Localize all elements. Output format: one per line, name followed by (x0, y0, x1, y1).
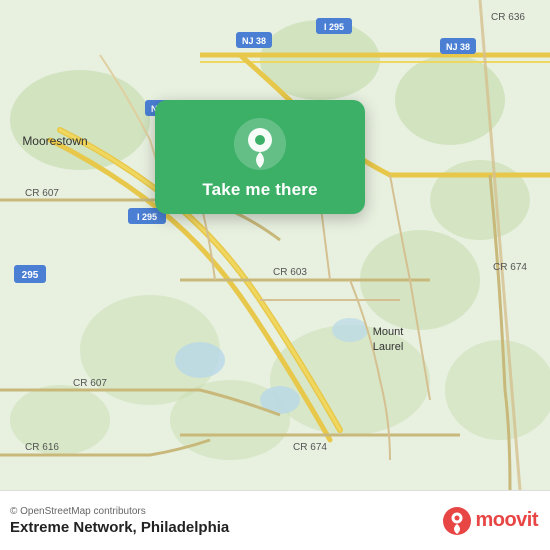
svg-text:CR 674: CR 674 (293, 442, 327, 453)
take-me-there-button[interactable]: Take me there (202, 180, 317, 200)
svg-text:CR 607: CR 607 (73, 378, 107, 389)
location-pin-icon (234, 118, 286, 170)
footer-left: © OpenStreetMap contributors Extreme Net… (10, 506, 229, 536)
svg-text:CR 607: CR 607 (25, 188, 59, 199)
svg-text:NJ 38: NJ 38 (242, 36, 266, 46)
svg-text:CR 636: CR 636 (491, 12, 525, 23)
moovit-brand-text: moovit (475, 509, 538, 532)
map-area: 295 I 295 I 295 NJ 38 NJ 38 NJ 38 CR 636… (0, 0, 550, 490)
location-card[interactable]: Take me there (155, 100, 365, 214)
osm-attribution: © OpenStreetMap contributors (10, 506, 229, 517)
svg-text:Laurel: Laurel (373, 341, 404, 353)
moovit-logo: moovit (443, 507, 538, 535)
svg-text:I 295: I 295 (324, 22, 344, 32)
svg-text:Mount: Mount (373, 326, 404, 338)
svg-text:CR 674: CR 674 (493, 262, 527, 273)
moovit-icon (443, 507, 471, 535)
svg-text:Moorestown: Moorestown (22, 134, 87, 148)
svg-text:NJ 38: NJ 38 (446, 42, 470, 52)
svg-text:I 295: I 295 (137, 212, 157, 222)
svg-text:CR 603: CR 603 (273, 267, 307, 278)
svg-text:295: 295 (22, 270, 39, 281)
footer-bar: © OpenStreetMap contributors Extreme Net… (0, 490, 550, 550)
location-name-label: Extreme Network, Philadelphia (10, 519, 229, 536)
svg-text:CR 616: CR 616 (25, 442, 59, 453)
